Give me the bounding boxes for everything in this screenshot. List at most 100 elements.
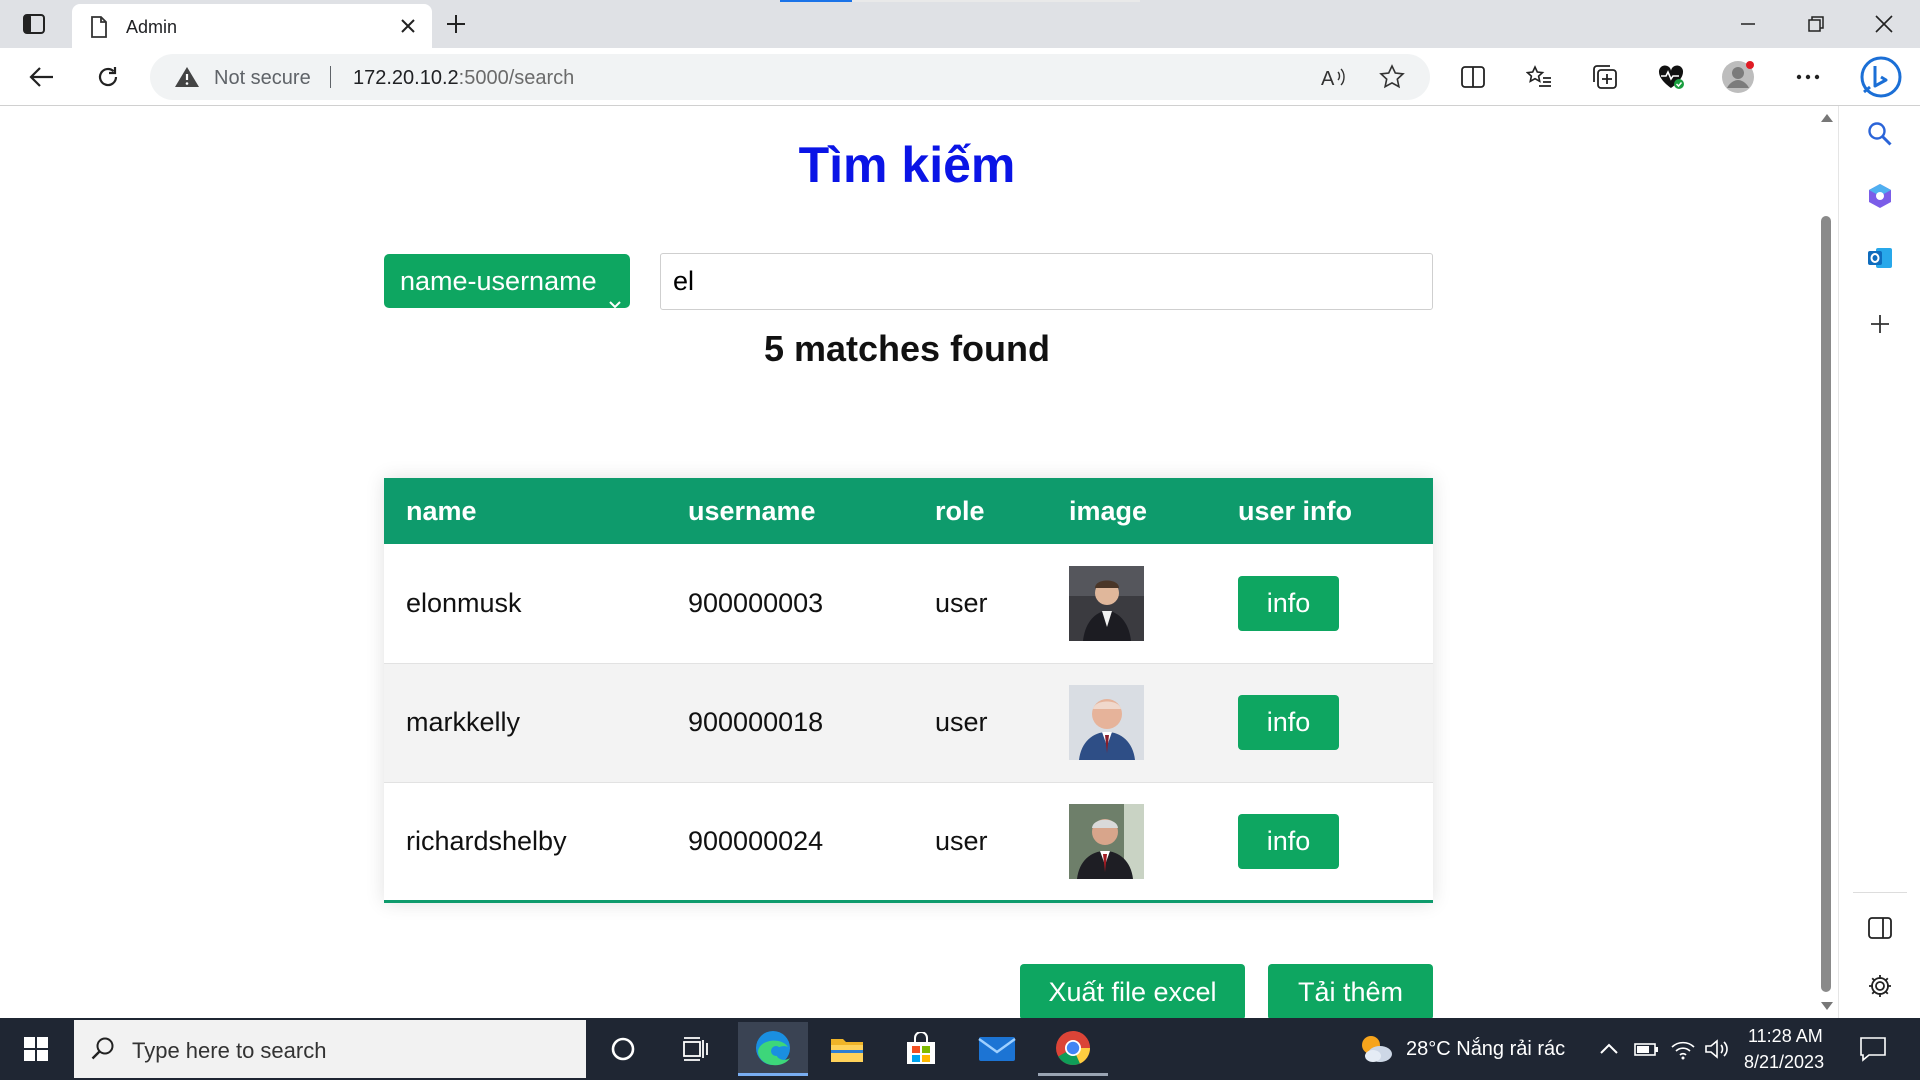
back-button[interactable] — [24, 59, 60, 95]
read-aloud-icon[interactable]: A — [1320, 63, 1348, 91]
cortana-button[interactable] — [588, 1022, 658, 1076]
chevron-down-icon — [608, 274, 622, 328]
page-scrollbar[interactable] — [1814, 106, 1838, 1018]
settings-icon — [1869, 975, 1891, 997]
split-screen-icon — [1461, 66, 1485, 88]
security-label[interactable]: Not secure — [214, 67, 311, 90]
plus-icon — [447, 15, 465, 33]
column-header-username: username — [688, 495, 816, 526]
search-input[interactable]: el — [660, 253, 1433, 310]
sidebar-divider — [1853, 892, 1907, 893]
sidebar-hide-button[interactable] — [1862, 910, 1898, 946]
info-button[interactable]: info — [1238, 575, 1339, 631]
url-text[interactable]: 172.20.10.2:5000/search — [353, 67, 574, 90]
bing-button[interactable] — [1858, 54, 1904, 100]
sidebar-settings-button[interactable] — [1862, 968, 1898, 1004]
taskbar-edge[interactable] — [738, 1022, 808, 1076]
export-excel-button[interactable]: Xuất file excel — [1020, 964, 1245, 1018]
taskbar-search-box[interactable]: Type here to search — [74, 1020, 586, 1078]
wifi-icon[interactable] — [1670, 1036, 1696, 1062]
cell-image — [1047, 544, 1216, 663]
cell-name: richardshelby — [406, 825, 567, 856]
close-icon[interactable] — [396, 14, 420, 38]
table-row: elonmusk 900000003 user info — [384, 544, 1433, 663]
profile-button[interactable] — [1720, 59, 1756, 95]
info-button[interactable]: info — [1238, 813, 1339, 869]
task-view-icon — [683, 1037, 708, 1061]
store-icon — [907, 1032, 935, 1064]
refresh-button[interactable] — [90, 59, 126, 95]
cell-user-info: info — [1216, 663, 1433, 782]
scroll-thumb[interactable] — [1821, 216, 1831, 992]
weather-icon[interactable] — [1358, 1032, 1394, 1066]
mail-icon — [978, 1037, 1016, 1061]
scroll-down-arrow[interactable] — [1821, 1002, 1833, 1010]
volume-icon[interactable] — [1704, 1036, 1730, 1062]
back-icon — [29, 67, 53, 87]
tab-actions-icon[interactable] — [14, 10, 54, 38]
taskbar-file-explorer[interactable] — [812, 1022, 882, 1076]
column-header-name: name — [406, 495, 477, 526]
info-button[interactable]: info — [1238, 695, 1339, 750]
svg-text:A: A — [1321, 68, 1335, 88]
cortana-icon — [611, 1037, 635, 1061]
heartbeat-icon — [1658, 65, 1684, 89]
chevron-up-icon[interactable] — [1596, 1036, 1622, 1062]
sidebar-add-button[interactable] — [1862, 306, 1898, 342]
select-value: name-username — [400, 266, 597, 296]
maximize-button[interactable] — [1786, 6, 1846, 42]
taskbar-mail[interactable] — [962, 1022, 1032, 1076]
collections-icon — [1593, 65, 1617, 89]
sidebar-copilot-button[interactable] — [1862, 178, 1898, 214]
windows-icon — [24, 1037, 48, 1061]
notification-icon[interactable] — [1858, 1034, 1888, 1064]
weather-text[interactable]: 28°C Nắng rải rác — [1406, 1038, 1565, 1061]
page-content: Tìm kiếm name-username el 5 matches foun… — [0, 106, 1814, 1018]
tab-strip: Admin — [0, 0, 1920, 48]
divider — [330, 66, 331, 88]
cell-name: markkelly — [406, 707, 521, 737]
split-screen-button[interactable] — [1455, 59, 1491, 95]
column-header-role: role — [935, 495, 985, 526]
address-toolbar: Not secure 172.20.10.2:5000/search A — [0, 48, 1920, 106]
task-view-button[interactable] — [660, 1022, 730, 1076]
taskbar-chrome[interactable] — [1038, 1022, 1108, 1076]
address-bar[interactable]: Not secure 172.20.10.2:5000/search A — [150, 54, 1430, 100]
profile-icon — [1722, 61, 1754, 93]
column-header-user-info: user info — [1238, 495, 1353, 526]
browser-tab[interactable]: Admin — [72, 4, 432, 48]
outlook-icon — [1868, 248, 1892, 268]
new-tab-button[interactable] — [440, 8, 472, 40]
user-avatar — [1069, 803, 1144, 879]
cell-role: user — [935, 587, 988, 618]
search-placeholder: Type here to search — [132, 1038, 327, 1063]
file-explorer-icon — [831, 1039, 863, 1062]
minimize-button[interactable] — [1718, 6, 1778, 42]
search-field-select[interactable]: name-username — [384, 254, 630, 309]
search-icon — [1868, 122, 1892, 146]
browser-essentials-button[interactable] — [1653, 59, 1689, 95]
favorites-button[interactable] — [1521, 59, 1557, 95]
sidebar-search-button[interactable] — [1862, 116, 1898, 152]
load-more-button[interactable]: Tải thêm — [1268, 964, 1433, 1018]
user-avatar — [1069, 685, 1144, 760]
start-button[interactable] — [10, 1029, 62, 1069]
scroll-up-arrow[interactable] — [1821, 114, 1833, 122]
user-avatar — [1069, 565, 1144, 641]
favorite-star-icon[interactable] — [1378, 63, 1406, 91]
taskbar-store[interactable] — [886, 1022, 956, 1076]
more-button[interactable] — [1790, 59, 1826, 95]
plus-icon — [1871, 315, 1889, 333]
table-header-row: name username role image user info — [384, 478, 1433, 544]
sidebar-outlook-button[interactable] — [1862, 240, 1898, 276]
close-window-button[interactable] — [1854, 6, 1914, 42]
warning-icon[interactable] — [174, 66, 200, 93]
clock-time[interactable]: 11:28 AM — [1748, 1026, 1823, 1047]
clock-date[interactable]: 8/21/2023 — [1744, 1052, 1824, 1073]
collections-button[interactable] — [1587, 59, 1623, 95]
copilot-icon — [1869, 184, 1891, 208]
cell-username: 900000018 — [688, 707, 824, 737]
battery-icon[interactable] — [1634, 1036, 1660, 1062]
cell-image — [1047, 782, 1216, 901]
results-table: name username role image user info elonm… — [384, 478, 1433, 903]
